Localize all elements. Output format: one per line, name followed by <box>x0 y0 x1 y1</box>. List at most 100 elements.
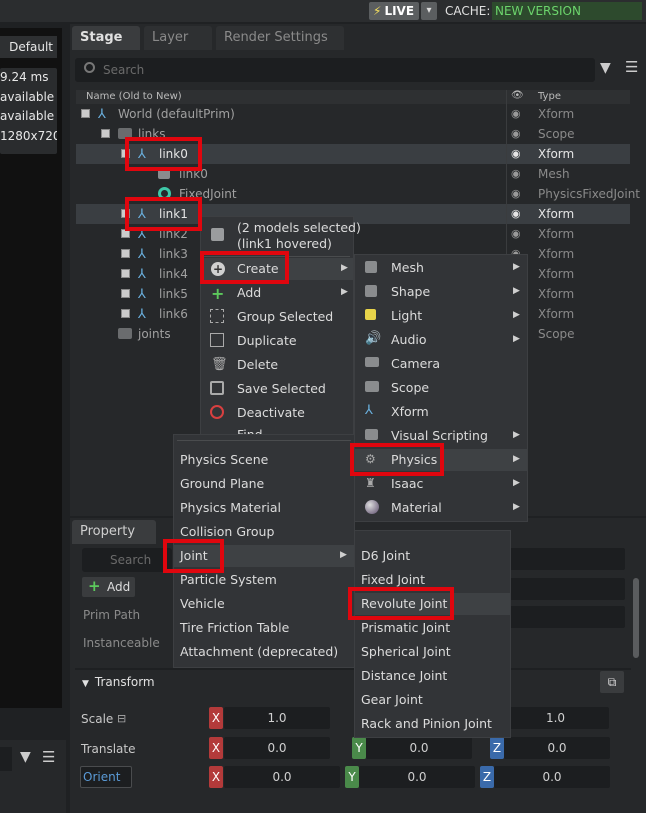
visual-scripting-icon <box>365 429 378 440</box>
stage-tree-header: Name (Old to New) 👁 Type <box>76 90 630 104</box>
y-axis-badge: Y <box>352 737 366 759</box>
menu-item-delete[interactable]: 🗑 Delete <box>201 354 353 376</box>
camera-icon <box>365 357 379 367</box>
tab-property[interactable]: Property <box>72 520 156 544</box>
orient-x-field[interactable]: 0.0 <box>224 766 340 788</box>
visibility-eye-icon[interactable]: ◉ <box>511 127 525 140</box>
cache-label: CACHE: <box>445 4 491 18</box>
menu-item-d6-joint[interactable]: D6 Joint <box>355 545 510 567</box>
menu-item-distance-joint[interactable]: Distance Joint <box>355 665 510 687</box>
menu-item-physics-material[interactable]: Physics Material <box>174 497 354 519</box>
menu-item-rack-pinion-joint[interactable]: Rack and Pinion Joint <box>355 713 510 735</box>
tab-stage[interactable]: Stage <box>72 26 140 50</box>
menu-item-prismatic-joint[interactable]: Prismatic Joint <box>355 617 510 639</box>
highlight-physics <box>350 443 444 476</box>
menu-item-save-selected[interactable]: Save Selected <box>201 378 353 400</box>
duplicate-icon <box>210 333 224 347</box>
transform-options-icon[interactable]: ⧉ <box>600 671 624 693</box>
orient-z-field[interactable]: 0.0 <box>494 766 610 788</box>
bottom-search-input[interactable] <box>0 747 12 771</box>
menu-item-gear-joint[interactable]: Gear Joint <box>355 689 510 711</box>
collapse-icon[interactable] <box>101 129 110 138</box>
scale-z-field[interactable]: 1.0 <box>502 707 609 729</box>
plus-icon: + <box>211 284 225 303</box>
tab-render-settings[interactable]: Render Settings <box>216 26 344 50</box>
menu-item-attachment[interactable]: Attachment (deprecated) <box>174 641 354 663</box>
menu-item-material[interactable]: Material ▶ <box>355 497 527 519</box>
menu-item-camera[interactable]: Camera <box>355 353 527 375</box>
xform-icon: ⅄ <box>138 267 146 282</box>
prim-path-field[interactable] <box>510 606 625 628</box>
menu-item-tire-friction-table[interactable]: Tire Friction Table <box>174 617 354 639</box>
menu-item-duplicate[interactable]: Duplicate <box>201 330 353 352</box>
menu-item-audio[interactable]: 🔊 Audio ▶ <box>355 329 527 351</box>
orient-y-field[interactable]: 0.0 <box>359 766 475 788</box>
translate-x-field[interactable]: 0.0 <box>224 737 330 759</box>
expand-icon[interactable] <box>121 269 130 278</box>
xform-icon: ⅄ <box>138 287 146 302</box>
visibility-eye-icon[interactable]: ◉ <box>511 147 525 160</box>
highlight-revolute-joint <box>348 587 454 620</box>
translate-y-field[interactable]: 0.0 <box>366 737 472 759</box>
live-button[interactable]: ⚡ LIVE <box>369 2 419 20</box>
menu-item-spherical-joint[interactable]: Spherical Joint <box>355 641 510 663</box>
expand-icon[interactable] <box>121 289 130 298</box>
property-field[interactable] <box>510 548 625 570</box>
live-dropdown-button[interactable]: ▾ <box>421 2 437 20</box>
xform-icon: ⅄ <box>138 247 146 262</box>
menu-item-shape[interactable]: Shape ▶ <box>355 281 527 303</box>
property-field[interactable] <box>510 578 625 600</box>
chevron-right-icon: ▶ <box>513 262 520 272</box>
viewport-mode-button[interactable]: Default <box>0 36 57 58</box>
deactivate-icon <box>210 405 224 419</box>
visibility-eye-icon[interactable]: ◉ <box>511 107 525 120</box>
menu-icon[interactable]: ☰ <box>625 58 638 76</box>
chevron-right-icon: ▶ <box>513 334 520 344</box>
menu-item-isaac[interactable]: ♜ Isaac ▶ <box>355 473 527 495</box>
expand-icon[interactable] <box>121 309 130 318</box>
stat-mem2: available <box>0 109 55 123</box>
col-type[interactable]: Type <box>538 91 561 102</box>
menu-item-vehicle[interactable]: Vehicle <box>174 593 354 615</box>
tree-row-world[interactable]: ⅄ World (defaultPrim) ◉ Xform <box>76 104 630 124</box>
tab-layer[interactable]: Layer <box>144 26 212 50</box>
property-search-input[interactable]: Search <box>82 548 172 572</box>
menu-subheader: (link1 hovered) <box>237 236 332 251</box>
menu-item-physics-scene[interactable]: Physics Scene <box>174 449 354 471</box>
property-scrollbar[interactable] <box>633 578 639 658</box>
menu-item-add[interactable]: + Add ▶ <box>201 282 353 304</box>
transform-section-header[interactable]: ▼ Transform <box>82 675 155 689</box>
orient-dropdown[interactable]: Orient <box>80 766 132 788</box>
expand-icon[interactable] <box>121 249 130 258</box>
menu-item-scope[interactable]: Scope <box>355 377 527 399</box>
stat-resolution: 1280x720 <box>0 128 57 143</box>
filter-icon[interactable]: ▼ <box>600 60 611 76</box>
visibility-eye-icon[interactable]: ◉ <box>511 167 525 180</box>
link-icon[interactable]: ⊟ <box>117 712 126 725</box>
mesh-icon <box>365 261 377 273</box>
menu-item-ground-plane[interactable]: Ground Plane <box>174 473 354 495</box>
shape-icon <box>365 285 377 297</box>
menu-item-group-selected[interactable]: Group Selected <box>201 306 353 328</box>
translate-z-field[interactable]: 0.0 <box>504 737 610 759</box>
folder-icon <box>118 328 132 339</box>
menu-item-mesh[interactable]: Mesh ▶ <box>355 257 527 279</box>
collapse-icon[interactable] <box>81 109 90 118</box>
menu-item-xform[interactable]: ⅄ Xform <box>355 401 527 423</box>
x-axis-badge: X <box>209 737 223 759</box>
x-axis-badge: X <box>209 707 223 729</box>
filter-icon[interactable]: ▼ <box>20 749 31 765</box>
splitter[interactable] <box>62 24 70 740</box>
visibility-eye-icon[interactable]: ◉ <box>511 227 525 240</box>
menu-item-deactivate[interactable]: Deactivate <box>201 402 353 424</box>
scale-x-field[interactable]: 1.0 <box>224 707 330 729</box>
material-sphere-icon <box>365 500 379 514</box>
visibility-eye-icon[interactable]: ◉ <box>511 187 525 200</box>
menu-item-light[interactable]: Light ▶ <box>355 305 527 327</box>
divider <box>177 440 351 441</box>
visibility-eye-icon[interactable]: ◉ <box>511 207 525 220</box>
col-name[interactable]: Name (Old to New) <box>86 91 182 102</box>
stage-search-input[interactable]: Search <box>75 58 595 82</box>
menu-icon[interactable]: ☰ <box>42 748 55 766</box>
add-button[interactable]: + Add <box>82 577 135 597</box>
